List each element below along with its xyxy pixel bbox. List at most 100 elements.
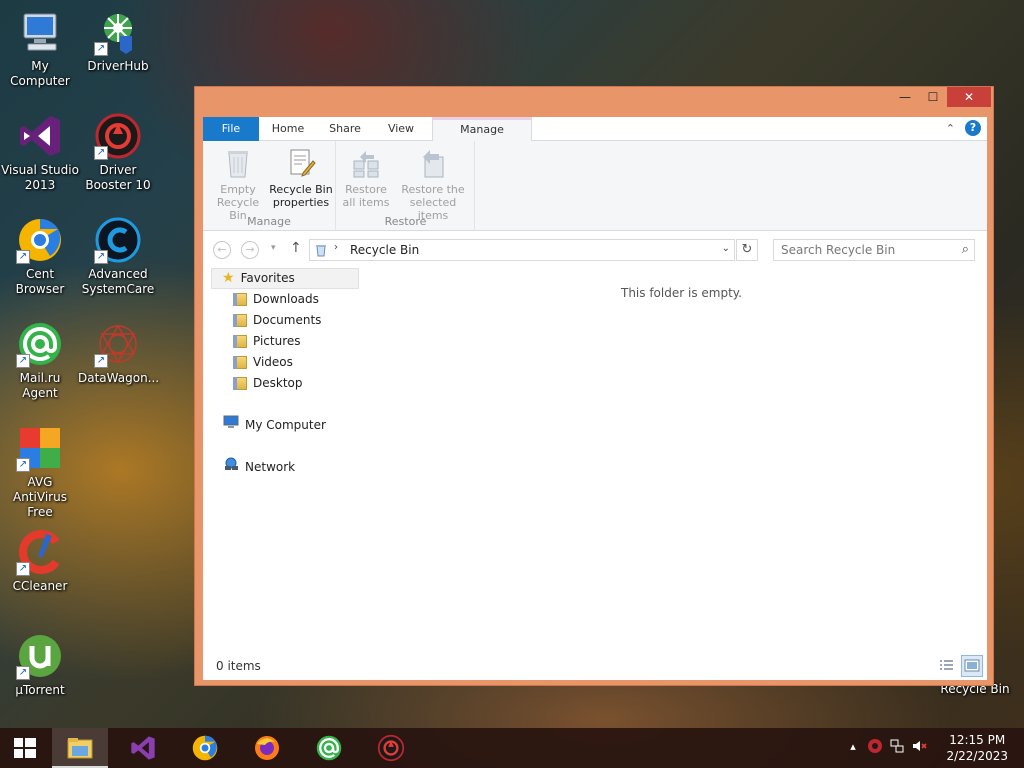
- star-icon: ★: [222, 270, 235, 286]
- taskbar-file-explorer[interactable]: [52, 728, 108, 768]
- mailru-agent-icon: [315, 734, 343, 762]
- nav-item-label: Desktop: [253, 376, 303, 390]
- visual-studio-icon: [16, 112, 64, 160]
- help-icon[interactable]: ?: [965, 120, 981, 136]
- cent-browser-icon: [191, 734, 219, 762]
- show-hidden-icons-chevron-icon[interactable]: ▴: [844, 738, 862, 756]
- driver-booster-icon: ↗: [94, 112, 142, 160]
- nav-item-favorites[interactable]: ★ Favorites: [211, 268, 359, 289]
- desktop-icon-mailru-agent[interactable]: ↗ Mail.ru Agent: [0, 320, 80, 401]
- desktop-icon-ccleaner[interactable]: ↗ CCleaner: [0, 528, 80, 594]
- nav-item-videos[interactable]: Videos: [233, 352, 293, 373]
- tab-file[interactable]: File: [203, 117, 259, 141]
- taskbar-visual-studio[interactable]: [115, 728, 171, 768]
- nav-item-label: Network: [245, 460, 296, 474]
- shortcut-arrow-icon: ↗: [16, 354, 30, 368]
- nav-item-network[interactable]: Network: [223, 457, 295, 478]
- search-icon[interactable]: ⌕: [962, 242, 969, 257]
- taskbar: ▴ 12:15 PM 2/22/2023: [0, 728, 1024, 768]
- forward-button[interactable]: →: [241, 241, 259, 259]
- ribbon-group-label: Manage: [247, 215, 291, 228]
- recycle-bin-properties-button[interactable]: Recycle Bin properties: [269, 147, 333, 209]
- window-controls: — ☐ ✕: [891, 87, 991, 109]
- search-input[interactable]: [774, 240, 944, 260]
- tab-home[interactable]: Home: [263, 117, 313, 141]
- breadcrumb-recycle-bin[interactable]: Recycle Bin: [350, 243, 419, 257]
- shortcut-arrow-icon: ↗: [16, 250, 30, 264]
- chevron-up-icon[interactable]: ⌃: [946, 122, 955, 135]
- large-icons-view-button[interactable]: [961, 655, 983, 677]
- nav-item-downloads[interactable]: Downloads: [233, 289, 319, 310]
- taskbar-driver-booster[interactable]: [363, 728, 419, 768]
- desktop-icon-utorrent[interactable]: ↗ µTorrent: [0, 632, 80, 698]
- desktop-icon-label: CCleaner: [12, 579, 68, 593]
- ribbon-tab-tools: ⌃ ?: [946, 120, 981, 136]
- desktop-icon-my-computer[interactable]: My Computer: [0, 8, 80, 89]
- address-bar[interactable]: › Recycle Bin ⌄: [309, 239, 735, 261]
- driverhub-icon: ↗: [94, 8, 142, 56]
- restore-all-items-button[interactable]: Restore all items: [339, 147, 393, 209]
- empty-recycle-bin-button[interactable]: Empty Recycle Bin: [207, 147, 269, 222]
- window-client: File Home Share View Manage ⌃ ? Empty Re…: [203, 117, 987, 680]
- nav-item-pictures[interactable]: Pictures: [233, 331, 301, 352]
- ribbon-group-restore: Restore all items Restore the selected i…: [337, 141, 475, 231]
- close-button[interactable]: ✕: [947, 87, 991, 107]
- desktop-icon-label: AVG AntiVirus Free: [13, 475, 67, 519]
- desktop-icon-cent-browser[interactable]: ↗ Cent Browser: [0, 216, 80, 297]
- firefox-icon: [253, 734, 281, 762]
- desktop-icon-avg-antivirus[interactable]: ↗ AVG AntiVirus Free: [0, 424, 80, 520]
- desktop-icon-driver-booster[interactable]: ↗ Driver Booster 10: [78, 112, 158, 193]
- up-arrow-icon[interactable]: ↑: [290, 240, 302, 256]
- videos-folder-icon: [233, 356, 247, 369]
- tab-manage[interactable]: Manage: [432, 117, 532, 142]
- desktop-icon-visual-studio[interactable]: Visual Studio 2013: [0, 112, 80, 193]
- search-box: ⌕: [773, 239, 975, 261]
- visual-studio-icon: [129, 734, 157, 762]
- desktop-icon-label: Advanced SystemCare: [81, 267, 155, 296]
- network-tray-icon[interactable]: [888, 738, 906, 756]
- address-dropdown-chevron-icon[interactable]: ⌄: [722, 243, 730, 254]
- nav-item-my-computer[interactable]: My Computer: [223, 415, 326, 436]
- nav-item-label: Documents: [253, 313, 322, 327]
- nav-item-documents[interactable]: Documents: [233, 310, 321, 331]
- back-button[interactable]: ←: [213, 241, 231, 259]
- taskbar-firefox[interactable]: [239, 728, 295, 768]
- shortcut-arrow-icon: ↗: [16, 666, 30, 680]
- desktop-icon-datawagon[interactable]: ↗ DataWagon...: [78, 320, 159, 386]
- minimize-button[interactable]: —: [891, 87, 919, 107]
- desktop-icon-advanced-systemcare[interactable]: ↗ Advanced SystemCare: [78, 216, 158, 297]
- restore-all-items-label: Restore all items: [342, 183, 390, 209]
- restore-selected-items-button[interactable]: Restore the selected items: [393, 147, 473, 222]
- nav-item-label: Downloads: [253, 292, 319, 306]
- desktop-icon-label: DriverHub: [87, 59, 149, 73]
- details-view-icon: [940, 660, 953, 670]
- volume-muted-icon[interactable]: [910, 738, 928, 756]
- details-view-button[interactable]: [935, 655, 957, 677]
- ribbon-tabs: File Home Share View Manage ⌃ ?: [203, 117, 987, 142]
- taskbar-mailru-agent[interactable]: [301, 728, 357, 768]
- desktop-icon-label: Mail.ru Agent: [19, 371, 61, 400]
- nav-item-desktop[interactable]: Desktop: [233, 373, 303, 394]
- address-row: ← → ▾ ↑ › Recycle Bin ⌄ ↻ ⌕: [203, 231, 987, 267]
- driver-booster-icon: [377, 734, 405, 762]
- downloads-folder-icon: [233, 293, 247, 306]
- shortcut-arrow-icon: ↗: [16, 458, 30, 472]
- clock-date: 2/22/2023: [946, 749, 1008, 763]
- tab-share[interactable]: Share: [321, 117, 369, 141]
- refresh-button[interactable]: ↻: [736, 239, 758, 261]
- restore-selected-icon: [417, 147, 449, 179]
- restore-all-icon: [350, 147, 382, 179]
- driver-booster-tray-icon[interactable]: [866, 738, 884, 756]
- datawagon-icon: ↗: [94, 320, 142, 368]
- ccleaner-icon: ↗: [16, 528, 64, 576]
- shortcut-arrow-icon: ↗: [94, 354, 108, 368]
- recent-locations-chevron-icon[interactable]: ▾: [271, 243, 276, 253]
- start-button[interactable]: [4, 728, 46, 768]
- maximize-button[interactable]: ☐: [919, 87, 947, 107]
- explorer-window[interactable]: — ☐ ✕ File Home Share View Manage ⌃ ? Em…: [194, 86, 994, 686]
- taskbar-clock[interactable]: 12:15 PM 2/22/2023: [946, 732, 1008, 764]
- desktop-icon-driverhub[interactable]: ↗ DriverHub: [78, 8, 158, 74]
- breadcrumb-separator-icon[interactable]: ›: [334, 242, 338, 253]
- taskbar-cent-browser[interactable]: [177, 728, 233, 768]
- tab-view[interactable]: View: [379, 117, 423, 141]
